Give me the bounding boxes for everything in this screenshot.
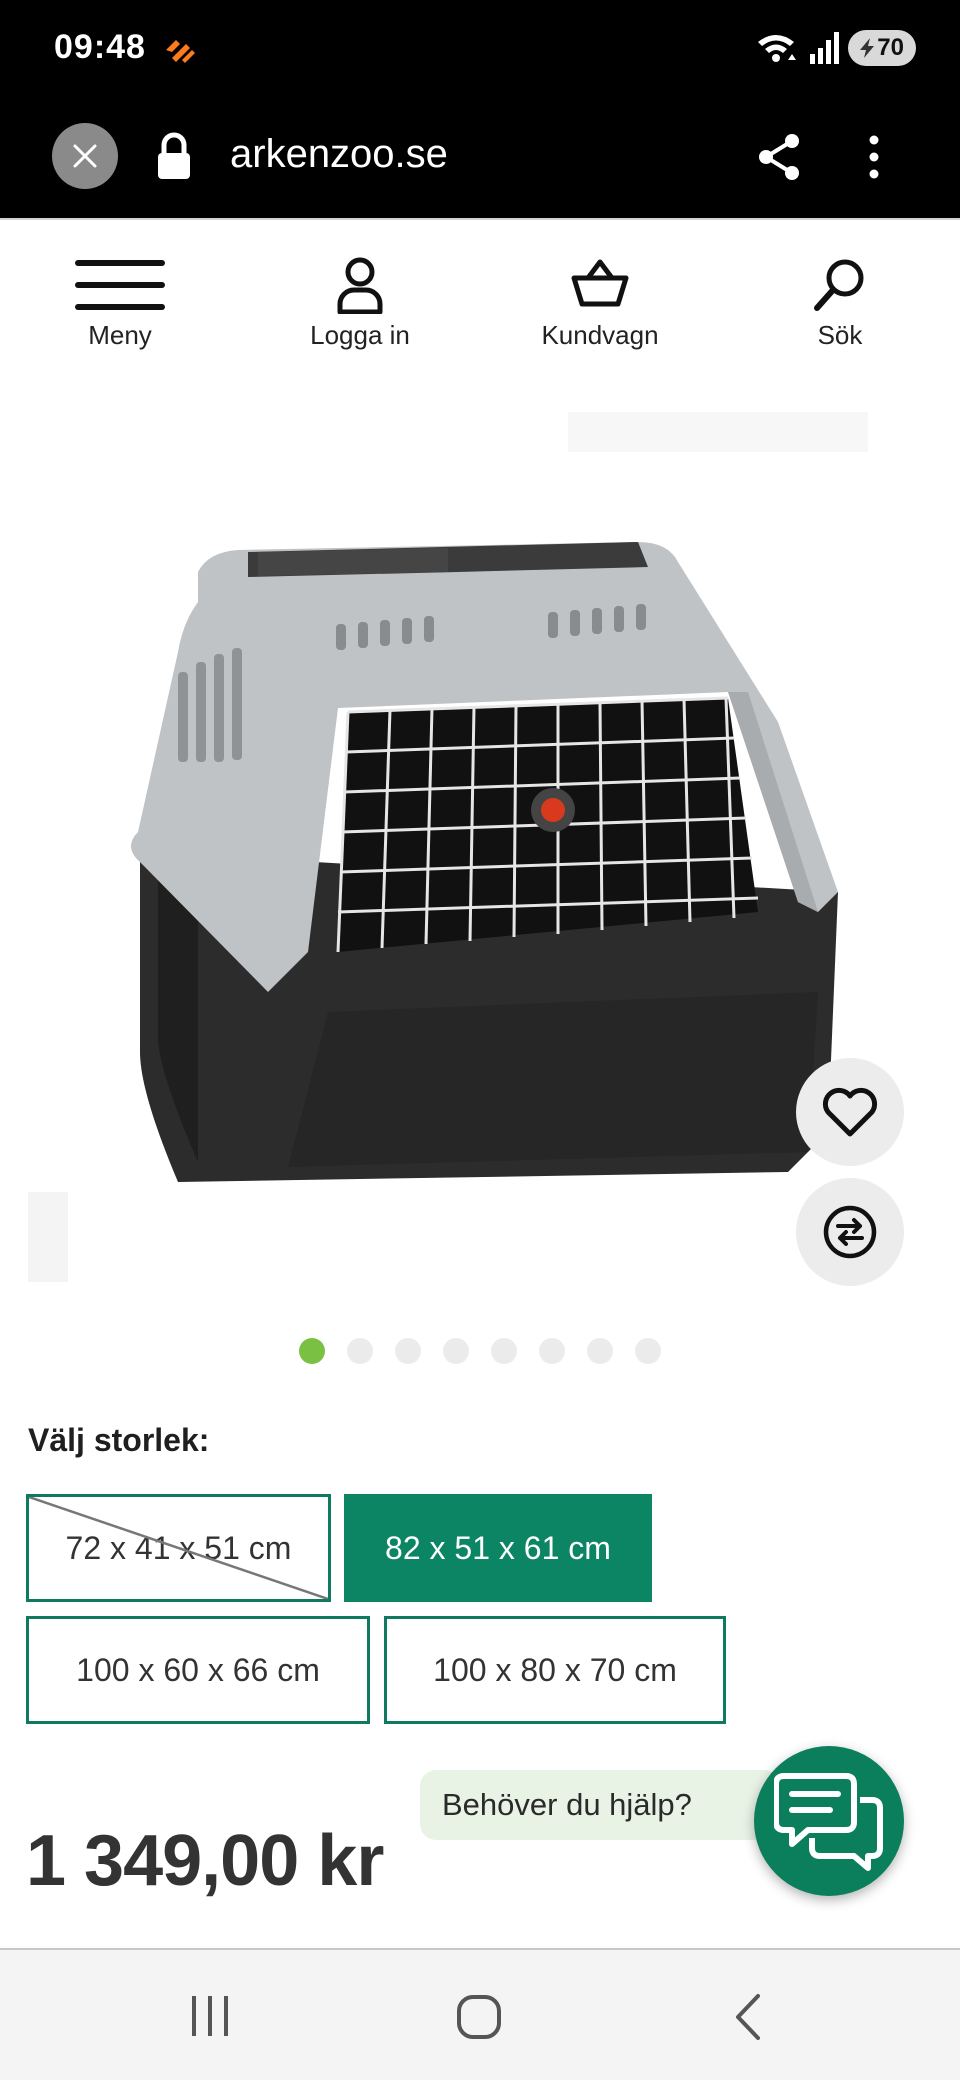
product-price: 1 349,00 kr <box>26 1821 384 1901</box>
carousel-dot[interactable] <box>587 1338 613 1364</box>
compare-product-button[interactable] <box>796 1178 904 1286</box>
carousel-dot[interactable] <box>347 1338 373 1364</box>
signal-icon <box>810 32 839 64</box>
carousel-dot[interactable] <box>395 1338 421 1364</box>
product-image-dog-car-crate[interactable] <box>28 392 932 1292</box>
share-icon[interactable] <box>756 132 802 182</box>
nav-cart-button[interactable]: Kundvagn <box>480 220 720 370</box>
nav-menu-label: Meny <box>88 320 152 350</box>
size-selector-label: Välj storlek: <box>28 1422 210 1458</box>
size-option-100x60x66[interactable]: 100 x 60 x 66 cm <box>26 1616 370 1724</box>
close-tab-button[interactable] <box>52 123 118 189</box>
image-carousel-indicator <box>0 1338 960 1368</box>
lock-icon[interactable] <box>154 131 194 181</box>
compare-arrows-icon <box>823 1205 877 1259</box>
nav-login-button[interactable]: Logga in <box>240 220 480 370</box>
wifi-icon <box>758 35 796 64</box>
app-notification-icon <box>166 40 195 63</box>
search-icon <box>814 259 864 311</box>
close-icon <box>73 144 97 168</box>
back-icon[interactable] <box>730 1992 764 2042</box>
nav-cart-label: Kundvagn <box>541 320 659 350</box>
more-options-icon[interactable] <box>862 132 886 182</box>
battery-charging-icon <box>860 38 874 58</box>
url-bar[interactable]: arkenzoo.se <box>230 132 448 177</box>
help-prompt-bubble[interactable]: Behöver du hjälp? <box>420 1770 780 1840</box>
nav-search-label: Sök <box>817 320 863 350</box>
user-icon <box>337 257 383 314</box>
site-header-nav: Meny Logga in Kundvagn Sök <box>0 218 960 368</box>
add-to-favorites-button[interactable] <box>796 1058 904 1166</box>
size-option-72x41x51[interactable]: 72 x 41 x 51 cm <box>26 1494 331 1602</box>
battery-level: 70 <box>877 34 904 61</box>
recent-apps-icon[interactable] <box>188 1994 232 2038</box>
chat-support-button[interactable] <box>754 1746 904 1896</box>
carousel-dot[interactable] <box>443 1338 469 1364</box>
size-option-100x80x70[interactable]: 100 x 80 x 70 cm <box>384 1616 726 1724</box>
carousel-dot[interactable] <box>299 1338 325 1364</box>
battery-indicator: 70 <box>848 30 916 66</box>
nav-login-label: Logga in <box>310 320 410 350</box>
size-option-82x51x61[interactable]: 82 x 51 x 61 cm <box>344 1494 652 1602</box>
hamburger-menu-icon <box>75 260 165 310</box>
nav-search-button[interactable]: Sök <box>720 220 960 370</box>
carousel-dot[interactable] <box>539 1338 565 1364</box>
carousel-dot[interactable] <box>635 1338 661 1364</box>
carousel-dot[interactable] <box>491 1338 517 1364</box>
home-icon[interactable] <box>456 1994 502 2040</box>
basket-icon <box>571 259 629 307</box>
chat-bubbles-icon <box>774 1773 883 1871</box>
browser-toolbar: arkenzoo.se <box>0 96 960 218</box>
nav-menu-button[interactable]: Meny <box>0 220 240 370</box>
status-bar: 09:48 70 <box>0 0 960 96</box>
system-navigation-bar <box>0 1950 960 2080</box>
status-time: 09:48 <box>54 28 146 66</box>
heart-icon <box>822 1087 878 1137</box>
